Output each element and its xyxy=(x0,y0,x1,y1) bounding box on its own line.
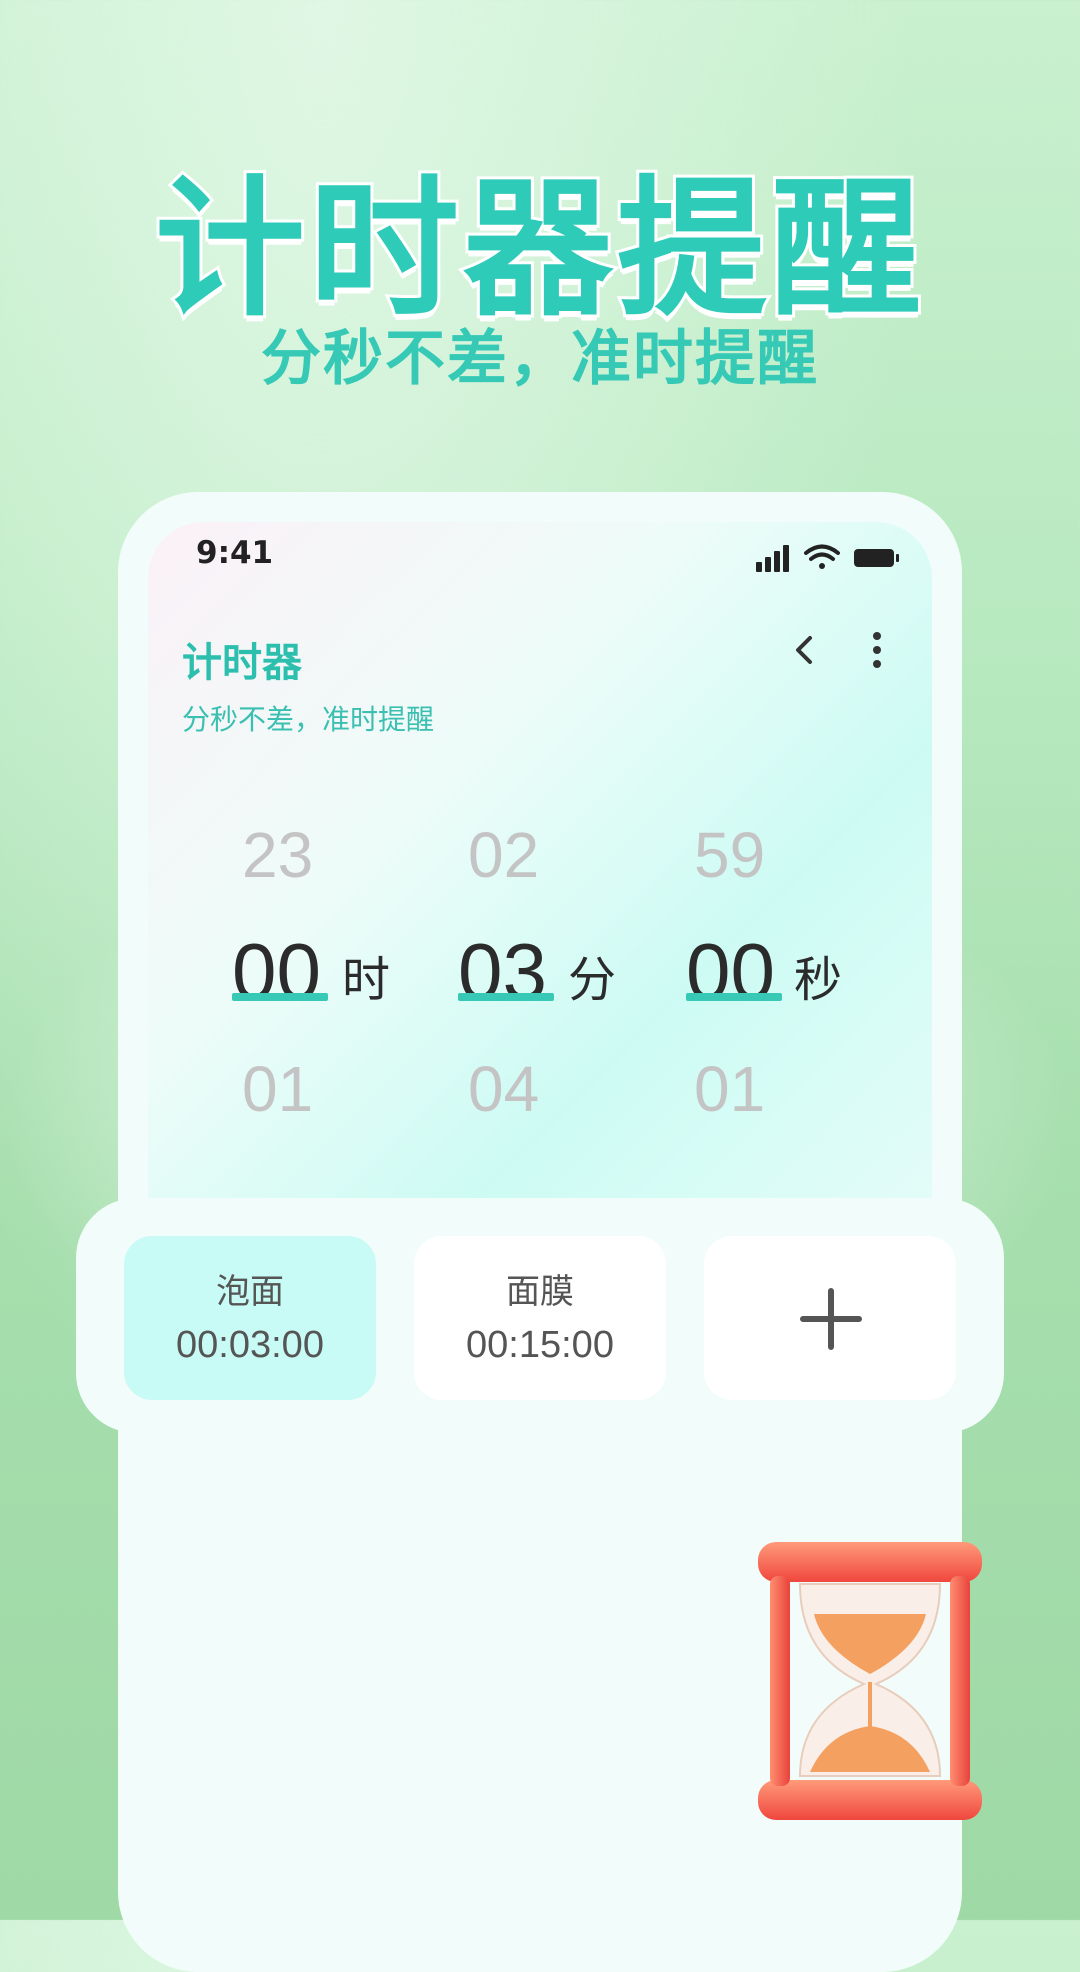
app-subtitle: 分秒不差，准时提醒 xyxy=(182,703,435,736)
minutes-prev: 02 xyxy=(468,819,540,891)
wifi-icon xyxy=(804,544,840,569)
preset-time: 00:15:00 xyxy=(466,1324,614,1366)
status-time: 9:41 xyxy=(196,535,274,571)
signal-icon xyxy=(756,545,789,572)
preset-time: 00:03:00 xyxy=(176,1324,324,1366)
app-title: 计时器 xyxy=(182,640,302,686)
hours-next: 01 xyxy=(242,1053,314,1125)
seconds-underline xyxy=(686,993,782,1001)
battery-icon xyxy=(854,549,899,567)
minutes-unit: 分 xyxy=(568,952,617,1008)
minutes-next: 04 xyxy=(468,1053,540,1125)
plus-icon[interactable] xyxy=(800,1288,862,1350)
seconds-unit: 秒 xyxy=(794,952,843,1008)
seconds-prev: 59 xyxy=(694,819,766,891)
hours-prev: 23 xyxy=(242,819,314,891)
seconds-next: 01 xyxy=(694,1053,766,1125)
preset-name: 泡面 xyxy=(216,1272,284,1312)
more-icon[interactable] xyxy=(858,628,896,672)
minutes-underline xyxy=(458,993,554,1001)
hours-underline xyxy=(232,993,328,1001)
hero-subtitle: 分秒不差，准时提醒 xyxy=(261,324,819,394)
hourglass-icon xyxy=(758,1542,982,1820)
back-icon[interactable] xyxy=(784,628,828,672)
preset-name: 面膜 xyxy=(506,1272,574,1312)
preset-card-face-mask[interactable]: 面膜 00:15:00 xyxy=(414,1236,666,1400)
hours-unit: 时 xyxy=(342,952,391,1008)
status-icons xyxy=(756,544,899,572)
preset-card-instant-noodles[interactable]: 泡面 00:03:00 xyxy=(124,1236,376,1400)
